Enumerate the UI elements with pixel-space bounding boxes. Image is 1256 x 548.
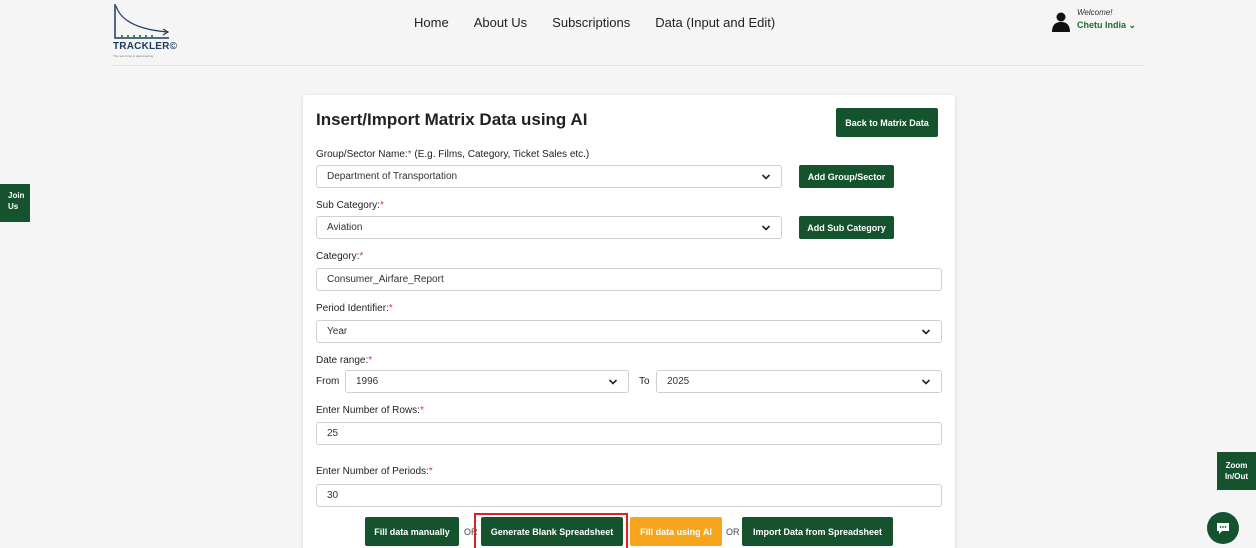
add-group-sector-button[interactable]: Add Group/Sector <box>799 165 894 188</box>
group-sector-label: Group/Sector Name:* (E.g. Films, Categor… <box>316 149 590 160</box>
period-identifier-label: Period Identifier:* <box>316 303 393 314</box>
chevron-down-icon <box>921 329 931 335</box>
or-separator: OR <box>726 527 740 537</box>
category-input[interactable]: Consumer_Airfare_Report <box>316 268 942 291</box>
chevron-down-icon <box>608 379 618 385</box>
trackler-logo[interactable]: TRACKLER© The new force in data tracking <box>113 2 193 60</box>
zoom-in-out-button[interactable]: Zoom In/Out <box>1217 452 1256 490</box>
chat-button[interactable] <box>1207 512 1239 544</box>
page-title: Insert/Import Matrix Data using AI <box>316 110 588 129</box>
import-data-from-spreadsheet-button[interactable]: Import Data from Spreadsheet <box>742 517 893 546</box>
join-us-tab[interactable]: Join Us <box>0 184 30 222</box>
rows-input[interactable]: 25 <box>316 422 942 445</box>
back-to-matrix-data-button[interactable]: Back to Matrix Data <box>836 108 938 137</box>
logo-tagline: The new force in data tracking <box>113 54 154 58</box>
sub-category-label: Sub Category:* <box>316 200 384 211</box>
chevron-down-icon <box>761 174 771 180</box>
user-avatar-icon <box>1052 12 1070 32</box>
chevron-down-icon <box>921 379 931 385</box>
to-label: To <box>639 376 650 387</box>
group-sector-select[interactable]: Department of Transportation <box>316 165 782 188</box>
user-name[interactable]: Chetu India ⌄ <box>1077 20 1136 31</box>
top-bar: TRACKLER© The new force in data tracking… <box>0 0 1256 66</box>
nav-data-input-edit[interactable]: Data (Input and Edit) <box>655 15 775 30</box>
highlight-box <box>474 513 628 548</box>
to-year-select[interactable]: 2025 <box>656 370 942 393</box>
chat-icon <box>1217 522 1229 534</box>
from-year-select[interactable]: 1996 <box>345 370 629 393</box>
fill-data-using-ai-button[interactable]: Fill data using AI <box>630 517 722 546</box>
nav-home[interactable]: Home <box>414 15 449 30</box>
chevron-down-icon: ⌄ <box>1128 20 1137 30</box>
date-range-label: Date range:* <box>316 355 373 366</box>
logo-wordmark: TRACKLER© <box>113 41 178 52</box>
fill-data-manually-button[interactable]: Fill data manually <box>365 517 459 546</box>
main-nav: Home About Us Subscriptions Data (Input … <box>414 15 775 30</box>
logo-chart-icon <box>114 4 170 39</box>
periods-label: Enter Number of Periods:* <box>316 466 433 477</box>
from-label: From <box>316 376 340 387</box>
add-sub-category-button[interactable]: Add Sub Category <box>799 216 894 239</box>
chevron-down-icon <box>761 225 771 231</box>
sub-category-select[interactable]: Aviation <box>316 216 782 239</box>
periods-input[interactable]: 30 <box>316 484 942 507</box>
welcome-text: Welcome! <box>1077 8 1113 17</box>
nav-about-us[interactable]: About Us <box>474 15 527 30</box>
nav-subscriptions[interactable]: Subscriptions <box>552 15 630 30</box>
category-label: Category:* <box>316 251 364 262</box>
period-identifier-select[interactable]: Year <box>316 320 942 343</box>
rows-label: Enter Number of Rows:* <box>316 405 424 416</box>
header-divider <box>113 65 1143 66</box>
